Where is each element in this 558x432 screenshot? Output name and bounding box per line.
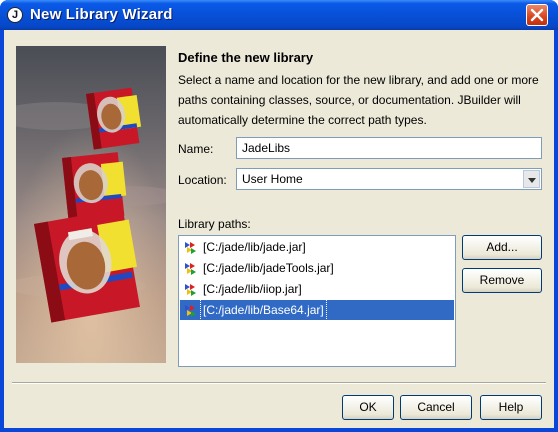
list-item-label: [C:/jade/lib/Base64.jar] (200, 299, 327, 321)
cancel-button[interactable]: Cancel (400, 395, 472, 420)
jbuilder-app-icon[interactable]: J (7, 7, 23, 23)
library-paths-list[interactable]: [C:/jade/lib/jade.jar] [C:/jade/lib/jade… (178, 235, 456, 367)
list-item[interactable]: [C:/jade/lib/jadeTools.jar] (180, 258, 454, 278)
location-select[interactable]: User Home (236, 168, 542, 190)
close-button[interactable] (526, 4, 548, 26)
footer-divider (12, 382, 546, 384)
remove-button[interactable]: Remove (462, 268, 542, 293)
ok-button[interactable]: OK (342, 395, 394, 420)
library-jar-icon (185, 242, 196, 254)
list-item-selected[interactable]: [C:/jade/lib/Base64.jar] (180, 299, 454, 321)
location-value: User Home (242, 172, 303, 186)
close-icon (530, 8, 544, 22)
chevron-down-icon[interactable] (523, 170, 540, 188)
library-paths-label: Library paths: (178, 217, 251, 231)
name-label: Name: (178, 142, 214, 156)
list-item-label: [C:/jade/lib/iiop.jar] (203, 282, 302, 296)
dialog-body: Define the new library Select a name and… (4, 30, 554, 428)
library-jar-icon (185, 263, 196, 275)
wizard-heading: Define the new library (178, 50, 314, 65)
location-label: Location: (178, 173, 227, 187)
title-bar[interactable]: J New Library Wizard (0, 0, 558, 30)
library-jar-icon (185, 305, 196, 317)
list-item-label: [C:/jade/lib/jade.jar] (203, 240, 306, 254)
list-item-label: [C:/jade/lib/jadeTools.jar] (203, 261, 334, 275)
help-button[interactable]: Help (480, 395, 542, 420)
wizard-window: J New Library Wizard Define the new libr… (0, 0, 558, 432)
name-input[interactable]: JadeLibs (236, 137, 542, 159)
add-button[interactable]: Add... (462, 235, 542, 260)
wizard-description: Select a name and location for the new l… (178, 73, 539, 127)
library-jar-icon (185, 284, 196, 296)
window-title: New Library Wizard (30, 6, 173, 23)
list-item[interactable]: [C:/jade/lib/jade.jar] (180, 237, 454, 257)
wizard-illustration (16, 46, 166, 363)
list-item[interactable]: [C:/jade/lib/iiop.jar] (180, 279, 454, 299)
